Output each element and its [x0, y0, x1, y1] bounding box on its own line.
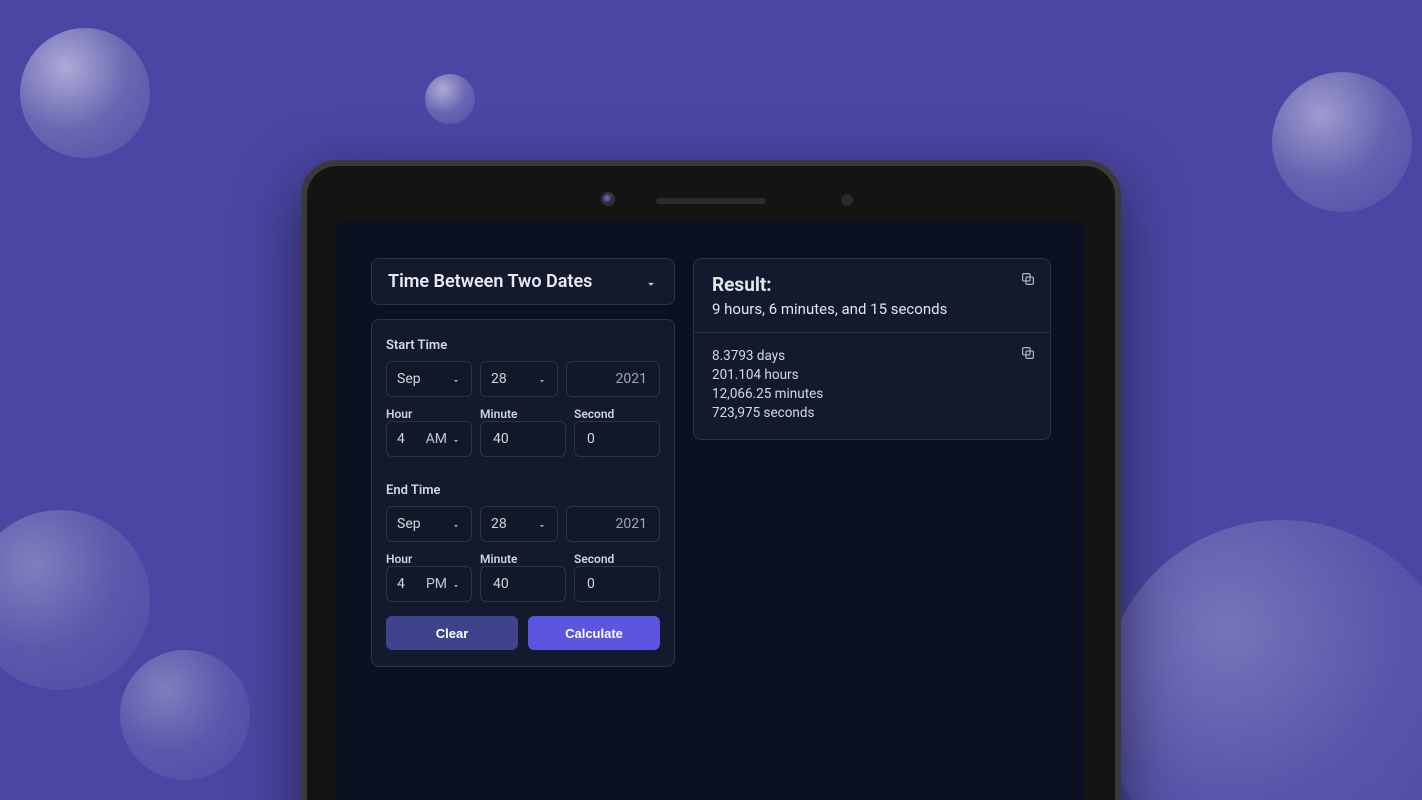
end-minute-value: 40 — [493, 576, 509, 592]
time-form: Start Time Sep 28 2021 Hour — [371, 319, 675, 667]
second-label: Second — [574, 407, 660, 421]
result-summary: 9 hours, 6 minutes, and 15 seconds — [712, 300, 1032, 318]
start-second-value: 0 — [587, 431, 595, 447]
result-line: 723,975 seconds — [712, 404, 1032, 423]
start-minute-input[interactable]: 40 — [480, 421, 566, 457]
start-year-input[interactable]: 2021 — [566, 361, 660, 397]
start-month-value: Sep — [397, 371, 421, 387]
start-year-value: 2021 — [616, 371, 647, 387]
end-year-value: 2021 — [616, 516, 647, 532]
calculate-button[interactable]: Calculate — [528, 616, 660, 650]
copy-icon[interactable] — [1020, 271, 1036, 287]
start-hour-value: 4 — [397, 431, 405, 447]
end-day-select[interactable]: 28 — [480, 506, 558, 542]
hour-label: Hour — [386, 407, 472, 421]
end-ampm-value: PM — [426, 576, 447, 592]
end-month-select[interactable]: Sep — [386, 506, 472, 542]
mode-selector[interactable]: Time Between Two Dates — [371, 258, 675, 305]
end-month-value: Sep — [397, 516, 421, 532]
start-day-value: 28 — [491, 371, 507, 387]
tablet-sensor — [841, 194, 853, 206]
bg-bubble — [0, 510, 150, 690]
result-panel: Result: 9 hours, 6 minutes, and 15 secon… — [693, 258, 1051, 440]
end-hour-value: 4 — [397, 576, 405, 592]
end-second-input[interactable]: 0 — [574, 566, 660, 602]
start-minute-value: 40 — [493, 431, 509, 447]
chevron-down-icon — [451, 579, 461, 589]
copy-icon[interactable] — [1020, 345, 1036, 361]
hour-label: Hour — [386, 552, 472, 566]
chevron-down-icon — [537, 519, 547, 529]
end-second-value: 0 — [587, 576, 595, 592]
bg-bubble — [425, 74, 475, 124]
bg-bubble — [120, 650, 250, 780]
clear-button[interactable]: Clear — [386, 616, 518, 650]
chevron-down-icon — [451, 519, 461, 529]
bg-bubble — [1272, 72, 1412, 212]
end-minute-input[interactable]: 40 — [480, 566, 566, 602]
start-second-input[interactable]: 0 — [574, 421, 660, 457]
start-time-label: Start Time — [386, 338, 660, 353]
second-label: Second — [574, 552, 660, 566]
tablet-speaker — [656, 198, 766, 204]
end-year-input[interactable]: 2021 — [566, 506, 660, 542]
end-time-label: End Time — [386, 483, 660, 498]
result-line: 201.104 hours — [712, 366, 1032, 385]
start-ampm-value: AM — [426, 431, 447, 447]
minute-label: Minute — [480, 552, 566, 566]
app-screen: Time Between Two Dates Start Time Sep 28 — [337, 222, 1085, 800]
result-line: 12,066.25 minutes — [712, 385, 1032, 404]
minute-label: Minute — [480, 407, 566, 421]
bg-bubble — [20, 28, 150, 158]
chevron-down-icon — [451, 434, 461, 444]
result-title: Result: — [712, 273, 1032, 296]
start-day-select[interactable]: 28 — [480, 361, 558, 397]
mode-selector-label: Time Between Two Dates — [388, 271, 592, 292]
start-hour-select[interactable]: 4 AM — [386, 421, 472, 457]
bg-bubble — [1102, 520, 1422, 800]
chevron-down-icon — [644, 275, 658, 289]
tablet-camera — [601, 192, 615, 206]
result-line: 8.3793 days — [712, 347, 1032, 366]
start-month-select[interactable]: Sep — [386, 361, 472, 397]
tablet-frame: Time Between Two Dates Start Time Sep 28 — [301, 160, 1121, 800]
chevron-down-icon — [537, 374, 547, 384]
end-day-value: 28 — [491, 516, 507, 532]
chevron-down-icon — [451, 374, 461, 384]
end-hour-select[interactable]: 4 PM — [386, 566, 472, 602]
